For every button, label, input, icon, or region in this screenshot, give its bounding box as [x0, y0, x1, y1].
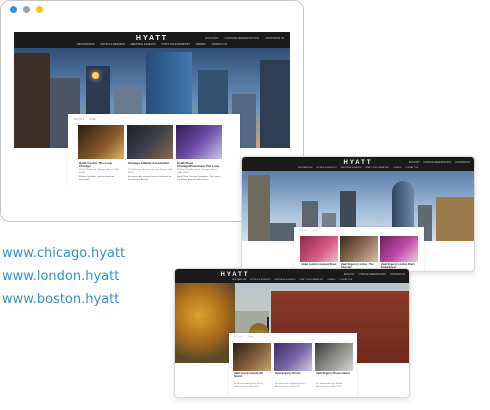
- hotel-thumbnail: [176, 125, 222, 159]
- sign-in-link[interactable]: JOIN/SIGN IN: [265, 36, 284, 40]
- hotel-card[interactable]: Hyatt Regency London Albert Embankment: [380, 236, 418, 271]
- tab-dine[interactable]: DINE: [248, 336, 253, 338]
- hotel-card[interactable]: Hyatt Centric The Loop Chicago 100 W Mon…: [78, 125, 124, 185]
- boston-url-link[interactable]: www.boston.hyatt: [2, 292, 119, 307]
- hotel-card-address: 101 Harborside Drive, Boston, Massachuse…: [316, 383, 343, 388]
- hotel-card-title[interactable]: Hyatt Centric The Loop Chicago: [79, 161, 124, 169]
- menu-item-destinations[interactable]: DESTINATIONS: [232, 279, 247, 281]
- menu-item-hotels[interactable]: HOTELS & RESORTS: [250, 279, 270, 281]
- hotel-card[interactable]: Hyatt Regency London - The Churchill: [340, 236, 378, 271]
- main-menu: DESTINATIONS HOTELS & RESORTS MEETINGS &…: [242, 167, 474, 169]
- hotel-card-title[interactable]: Chicago Athletic Association: [128, 161, 169, 165]
- change-reservation-link[interactable]: CHANGE RESERVATION: [224, 36, 259, 40]
- menu-item-contact[interactable]: CONTACT US: [339, 279, 352, 281]
- hotel-thumbnail: [300, 236, 338, 262]
- main-menu: DESTINATIONS HOTELS & RESORTS MEETINGS &…: [14, 43, 290, 46]
- utility-links: ENGLISH CHANGE RESERVATION JOIN/SIGN IN: [409, 161, 470, 164]
- hotel-card-title[interactable]: Hyatt Place Chicago/Downtown-The Loop: [177, 161, 222, 169]
- panel-tabs: HOTELS DINE: [74, 118, 96, 121]
- hotel-card-title[interactable]: Hyatt Centric Faneuil Hall Boston: [234, 372, 271, 378]
- panel-tabs: HOTELS DINE: [299, 230, 318, 232]
- window-dot-yellow-icon[interactable]: [36, 6, 43, 13]
- language-link[interactable]: ENGLISH: [409, 161, 420, 164]
- hotel-card-address: One Avenue de Lafayette, Boston, Massach…: [275, 383, 306, 388]
- window-dot-blue-icon[interactable]: [10, 6, 17, 13]
- menu-item-meetings[interactable]: MEETINGS & EVENTS: [341, 167, 362, 169]
- panel-tabs: HOTELS DINE: [234, 336, 253, 338]
- hotel-thumbnail: [78, 125, 124, 159]
- change-reservation-link[interactable]: CHANGE RESERVATION: [358, 273, 386, 276]
- change-reservation-link[interactable]: CHANGE RESERVATION: [423, 161, 451, 164]
- hotel-thumbnail: [340, 236, 378, 262]
- tab-dine[interactable]: DINE: [313, 230, 318, 232]
- hotel-card[interactable]: Hyatt Regency Boston Harbor 101 Harborsi…: [315, 343, 353, 397]
- hotel-card-list: Andaz London Liverpool Street Hyatt Rege…: [300, 236, 418, 271]
- sign-in-link[interactable]: JOIN/SIGN IN: [455, 161, 470, 164]
- window-dot-gray-icon[interactable]: [23, 6, 30, 13]
- language-link[interactable]: ENGLISH: [344, 273, 355, 276]
- hotel-thumbnail: [274, 343, 312, 371]
- menu-item-hotels[interactable]: HOTELS & RESORTS: [316, 167, 336, 169]
- hotel-card-description: An impeccably restored historic landmark…: [128, 176, 172, 181]
- site-nav-bar: HYATT ENGLISH CHANGE RESERVATION JOIN/SI…: [14, 32, 290, 48]
- hotel-card-address: 12 S Michigan Avenue, Chicago, Illinois,…: [128, 169, 173, 174]
- main-menu: DESTINATIONS HOTELS & RESORTS MEETINGS &…: [175, 279, 409, 281]
- hotel-card-title[interactable]: Hyatt Regency Boston: [275, 372, 301, 376]
- menu-item-gold-passport[interactable]: HYATT GOLD PASSPORT: [299, 279, 323, 281]
- hotel-thumbnail: [380, 236, 418, 262]
- site-nav-bar: HYATT ENGLISH CHANGE RESERVATION JOIN/SI…: [242, 157, 474, 171]
- utility-links: ENGLISH CHANGE RESERVATION JOIN/SIGN IN: [205, 36, 284, 40]
- hotel-card-list: Hyatt Centric Faneuil Hall Boston 54-68 …: [233, 343, 353, 397]
- chicago-url-link[interactable]: www.chicago.hyatt: [2, 246, 125, 261]
- tab-dine[interactable]: DINE: [89, 118, 95, 121]
- hotel-thumbnail: [127, 125, 173, 159]
- hotel-card[interactable]: Hyatt Regency Boston One Avenue de Lafay…: [274, 343, 312, 397]
- menu-item-offers[interactable]: OFFERS: [327, 279, 335, 281]
- hotel-card-address: 28 North Franklin Street, Chicago, Illin…: [177, 169, 218, 174]
- london-url-link[interactable]: www.london.hyatt: [2, 269, 119, 284]
- tab-hotels[interactable]: HOTELS: [74, 118, 84, 121]
- sign-in-link[interactable]: JOIN/SIGN IN: [390, 273, 405, 276]
- london-site-screenshot: HYATT ENGLISH CHANGE RESERVATION JOIN/SI…: [241, 156, 475, 272]
- hotels-panel: HOTELS DINE Hyatt Centric The Loop Chica…: [68, 114, 240, 186]
- menu-item-destinations[interactable]: DESTINATIONS: [298, 167, 313, 169]
- menu-item-contact[interactable]: CONTACT US: [212, 43, 227, 46]
- hotel-card-address: 100 W Monroe St, Chicago, Illinois, USA,…: [79, 169, 119, 174]
- utility-links: ENGLISH CHANGE RESERVATION JOIN/SIGN IN: [344, 273, 405, 276]
- hotel-card-title[interactable]: Andaz London Liverpool Street: [301, 263, 336, 267]
- hyatt-logo[interactable]: HYATT: [175, 272, 295, 278]
- hotels-panel: HOTELS DINE Andaz London Liverpool Stree…: [294, 227, 424, 271]
- menu-item-offers[interactable]: OFFERS: [196, 43, 206, 46]
- menu-item-gold-passport[interactable]: HYATT GOLD PASSPORT: [162, 43, 190, 46]
- hotels-panel: HOTELS DINE Hyatt Centric Faneuil Hall B…: [229, 333, 357, 397]
- language-link[interactable]: ENGLISH: [205, 36, 218, 40]
- hotel-thumbnail: [315, 343, 353, 371]
- boston-site-screenshot: HYATT ENGLISH CHANGE RESERVATION JOIN/SI…: [174, 268, 410, 398]
- hotel-card-title[interactable]: Hyatt Regency Boston Harbor: [316, 372, 350, 376]
- hotel-thumbnail: [233, 343, 271, 371]
- menu-item-meetings[interactable]: MEETINGS & EVENTS: [275, 279, 296, 281]
- hotel-card[interactable]: Andaz London Liverpool Street: [300, 236, 338, 271]
- hotel-card[interactable]: Hyatt Centric Faneuil Hall Boston 54-68 …: [233, 343, 271, 397]
- tab-hotels[interactable]: HOTELS: [299, 230, 308, 232]
- hotel-card-description: Hyatt Place Chicago Downtown - The Loop …: [177, 176, 221, 181]
- window-titlebar: [1, 1, 303, 19]
- hotel-card-description: Modern, boutique, sophisticated and welc…: [79, 176, 115, 181]
- hotel-card[interactable]: Chicago Athletic Association 12 S Michig…: [127, 125, 173, 185]
- site-nav-bar: HYATT ENGLISH CHANGE RESERVATION JOIN/SI…: [175, 269, 409, 283]
- hotel-card-address: 54-68 Devonshire Street, Boston, Massach…: [234, 383, 264, 388]
- menu-item-meetings[interactable]: MEETINGS & EVENTS: [131, 43, 156, 46]
- menu-item-contact[interactable]: CONTACT US: [405, 167, 418, 169]
- hotel-card[interactable]: Hyatt Place Chicago/Downtown-The Loop 28…: [176, 125, 222, 185]
- hotel-card-list: Hyatt Centric The Loop Chicago 100 W Mon…: [78, 125, 222, 185]
- menu-item-hotels[interactable]: HOTELS & RESORTS: [101, 43, 125, 46]
- tab-hotels[interactable]: HOTELS: [234, 336, 243, 338]
- menu-item-offers[interactable]: OFFERS: [393, 167, 401, 169]
- menu-item-gold-passport[interactable]: HYATT GOLD PASSPORT: [365, 167, 389, 169]
- menu-item-destinations[interactable]: DESTINATIONS: [77, 43, 95, 46]
